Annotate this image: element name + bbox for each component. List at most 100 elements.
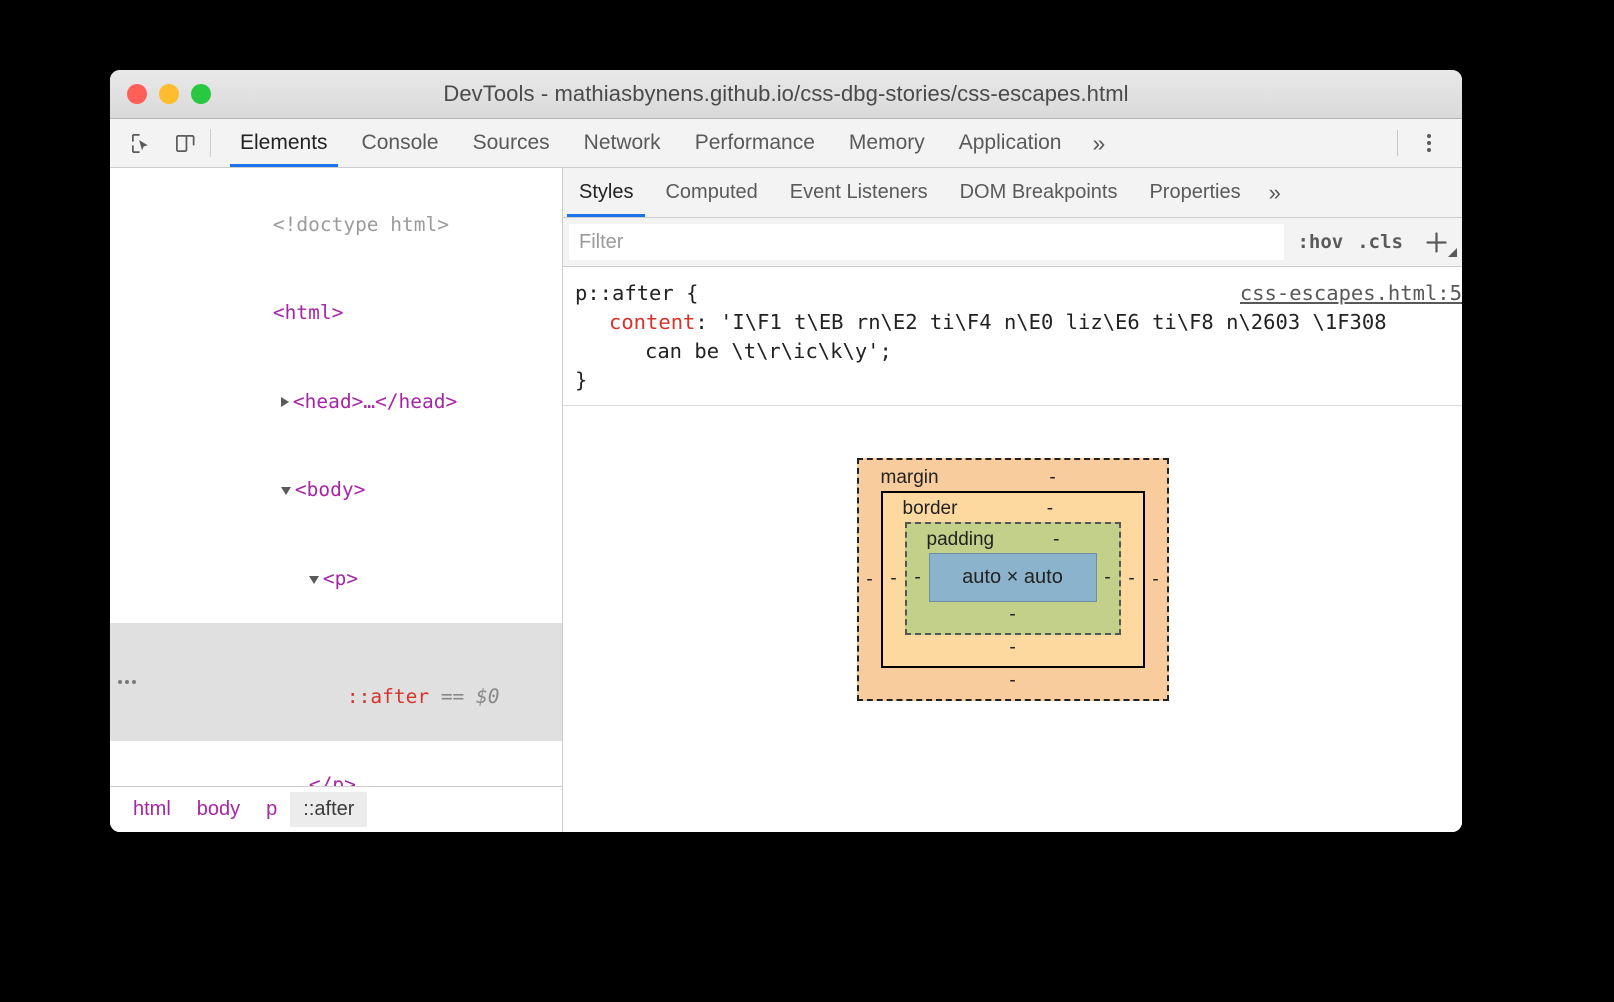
- tab-event-listeners-label: Event Listeners: [789, 181, 928, 203]
- tab-styles-label: Styles: [579, 181, 634, 203]
- styles-filter-bar: :hov .cls: [563, 218, 1462, 267]
- breadcrumb-item-after[interactable]: ::after: [290, 792, 368, 827]
- box-model-border-left[interactable]: -: [883, 568, 905, 590]
- box-model-border-right[interactable]: -: [1121, 568, 1143, 590]
- tab-network-label: Network: [583, 131, 661, 154]
- more-tabs-chevron-icon[interactable]: »: [1078, 119, 1119, 167]
- box-model-margin-left[interactable]: -: [859, 569, 881, 591]
- plus-icon: [1425, 231, 1447, 253]
- node-ellipsis-badge-icon[interactable]: [118, 679, 136, 684]
- styles-rules-list: css-escapes.html:5 p::after { content: '…: [563, 267, 1462, 832]
- declaration-value-line-2: can be \t\r\ic\k\y';: [645, 339, 892, 363]
- sidebar-more-tabs-chevron-icon[interactable]: »: [1257, 168, 1293, 217]
- box-model-margin-bottom[interactable]: -: [859, 668, 1167, 699]
- tab-memory-label: Memory: [848, 131, 925, 154]
- tab-properties[interactable]: Properties: [1133, 168, 1256, 217]
- box-model-padding-left[interactable]: -: [907, 567, 929, 589]
- style-rule-p-after: css-escapes.html:5 p::after { content: '…: [563, 267, 1462, 406]
- window-controls: [127, 84, 211, 104]
- tab-elements[interactable]: Elements: [223, 119, 345, 167]
- box-model-padding-bottom[interactable]: -: [907, 602, 1119, 633]
- collapse-p-triangle-icon[interactable]: [308, 575, 319, 584]
- dom-node-html-open[interactable]: <html>: [110, 269, 562, 358]
- element-classes-button[interactable]: .cls: [1350, 227, 1410, 257]
- tab-dom-breakpoints-label: DOM Breakpoints: [959, 181, 1118, 203]
- toggle-element-state-button[interactable]: :hov: [1290, 227, 1350, 257]
- screenshot-root: DevTools - mathiasbynens.github.io/css-d…: [0, 0, 1614, 1002]
- breadcrumb: html body p ::after: [110, 786, 562, 832]
- dom-node-after-pseudo[interactable]: ::after == $0: [110, 622, 562, 741]
- dom-node-after-equals: ==: [429, 684, 477, 708]
- dom-node-head-label: <head>…</head>: [292, 389, 458, 413]
- tab-console-label: Console: [361, 131, 439, 154]
- collapse-body-triangle-icon[interactable]: [280, 487, 291, 495]
- dom-node-p-open-label: <p>: [322, 566, 359, 590]
- box-model-margin-label: margin: [880, 467, 939, 488]
- tab-network[interactable]: Network: [567, 119, 678, 167]
- style-source-link[interactable]: css-escapes.html:5: [1240, 279, 1462, 308]
- toolbar-divider: [210, 129, 211, 157]
- declaration-value-line-1: 'I\F1 t\EB rn\E2 ti\F4 n\E0 liz\E6 ti\F8…: [720, 310, 1387, 334]
- sidebar-tab-list: Styles Computed Event Listeners DOM Brea…: [563, 168, 1462, 218]
- filter-input[interactable]: [569, 224, 1285, 260]
- box-model-padding[interactable]: padding - - auto × auto - -: [904, 522, 1121, 635]
- dom-node-head[interactable]: <head>…</head>: [110, 357, 562, 446]
- kebab-menu-icon[interactable]: [1412, 126, 1446, 160]
- toolbar-icon-group: [110, 119, 202, 167]
- devtools-window: DevTools - mathiasbynens.github.io/css-d…: [110, 70, 1462, 832]
- tab-application[interactable]: Application: [942, 119, 1079, 167]
- dom-node-after-dollar-ref: $0: [476, 684, 500, 708]
- dom-node-body-open[interactable]: <body>: [110, 446, 562, 535]
- panel-tab-list: Elements Console Sources Network Perform…: [223, 119, 1119, 167]
- dom-node-p-open[interactable]: <p>: [110, 534, 562, 623]
- inspect-element-icon[interactable]: [124, 126, 158, 160]
- tab-elements-label: Elements: [240, 131, 328, 154]
- toolbar-right-group: [1389, 119, 1462, 167]
- devtools-content: <!doctype html> <html> <head>…</head> <b…: [110, 168, 1462, 832]
- breadcrumb-item-body[interactable]: body: [184, 792, 253, 827]
- more-tabs-label: »: [1092, 129, 1106, 156]
- tab-console[interactable]: Console: [345, 119, 456, 167]
- breadcrumb-item-html-label: html: [133, 798, 171, 820]
- breadcrumb-item-p-label: p: [266, 798, 278, 820]
- dom-node-html-open-label: <html>: [272, 301, 344, 324]
- tab-styles[interactable]: Styles: [563, 168, 649, 217]
- dom-node-doctype[interactable]: <!doctype html>: [110, 180, 562, 269]
- tab-computed[interactable]: Computed: [649, 168, 773, 217]
- tab-event-listeners[interactable]: Event Listeners: [774, 168, 944, 217]
- tab-dom-breakpoints[interactable]: DOM Breakpoints: [944, 168, 1134, 217]
- box-model-margin[interactable]: margin - - border - - padding - - auto ×…: [856, 458, 1169, 701]
- tab-memory[interactable]: Memory: [832, 119, 942, 167]
- box-model-padding-top[interactable]: -: [994, 529, 1118, 551]
- dom-node-p-close[interactable]: </p>: [110, 741, 562, 786]
- box-model-border-top[interactable]: -: [957, 498, 1142, 520]
- breadcrumb-item-body-label: body: [196, 798, 241, 820]
- tab-sources-label: Sources: [472, 131, 550, 154]
- box-model-border-bottom[interactable]: -: [883, 635, 1143, 666]
- breadcrumb-item-after-label: ::after: [303, 798, 355, 820]
- rule-declaration-line-continued[interactable]: can be \t\r\ic\k\y';: [563, 337, 1462, 366]
- cls-label: .cls: [1357, 231, 1403, 253]
- box-model-padding-right[interactable]: -: [1097, 567, 1119, 589]
- rule-declaration-line[interactable]: content: 'I\F1 t\EB rn\E2 ti\F4 n\E0 liz…: [563, 308, 1462, 337]
- breadcrumb-item-p[interactable]: p: [253, 792, 290, 827]
- tab-performance[interactable]: Performance: [678, 119, 832, 167]
- box-model-margin-right[interactable]: -: [1145, 569, 1167, 591]
- expand-head-triangle-icon[interactable]: [280, 396, 289, 407]
- rule-close-brace-line: }: [563, 366, 1462, 395]
- devtools-main-toolbar: Elements Console Sources Network Perform…: [110, 119, 1462, 168]
- styles-sidebar: Styles Computed Event Listeners DOM Brea…: [563, 168, 1462, 832]
- minimize-button[interactable]: [159, 84, 179, 104]
- close-button[interactable]: [127, 84, 147, 104]
- device-toolbar-icon[interactable]: [168, 126, 202, 160]
- maximize-button[interactable]: [191, 84, 211, 104]
- box-model-margin-top[interactable]: -: [939, 467, 1167, 489]
- tab-application-label: Application: [958, 131, 1062, 154]
- breadcrumb-item-html[interactable]: html: [120, 792, 184, 827]
- new-style-rule-button[interactable]: [1416, 224, 1457, 260]
- box-model-border-label: border: [902, 498, 958, 519]
- box-model-border[interactable]: border - - padding - - auto × auto - - -…: [880, 491, 1145, 668]
- box-model-content[interactable]: auto × auto: [928, 553, 1097, 602]
- tab-sources[interactable]: Sources: [456, 119, 567, 167]
- dom-node-p-close-label: </p>: [308, 773, 356, 786]
